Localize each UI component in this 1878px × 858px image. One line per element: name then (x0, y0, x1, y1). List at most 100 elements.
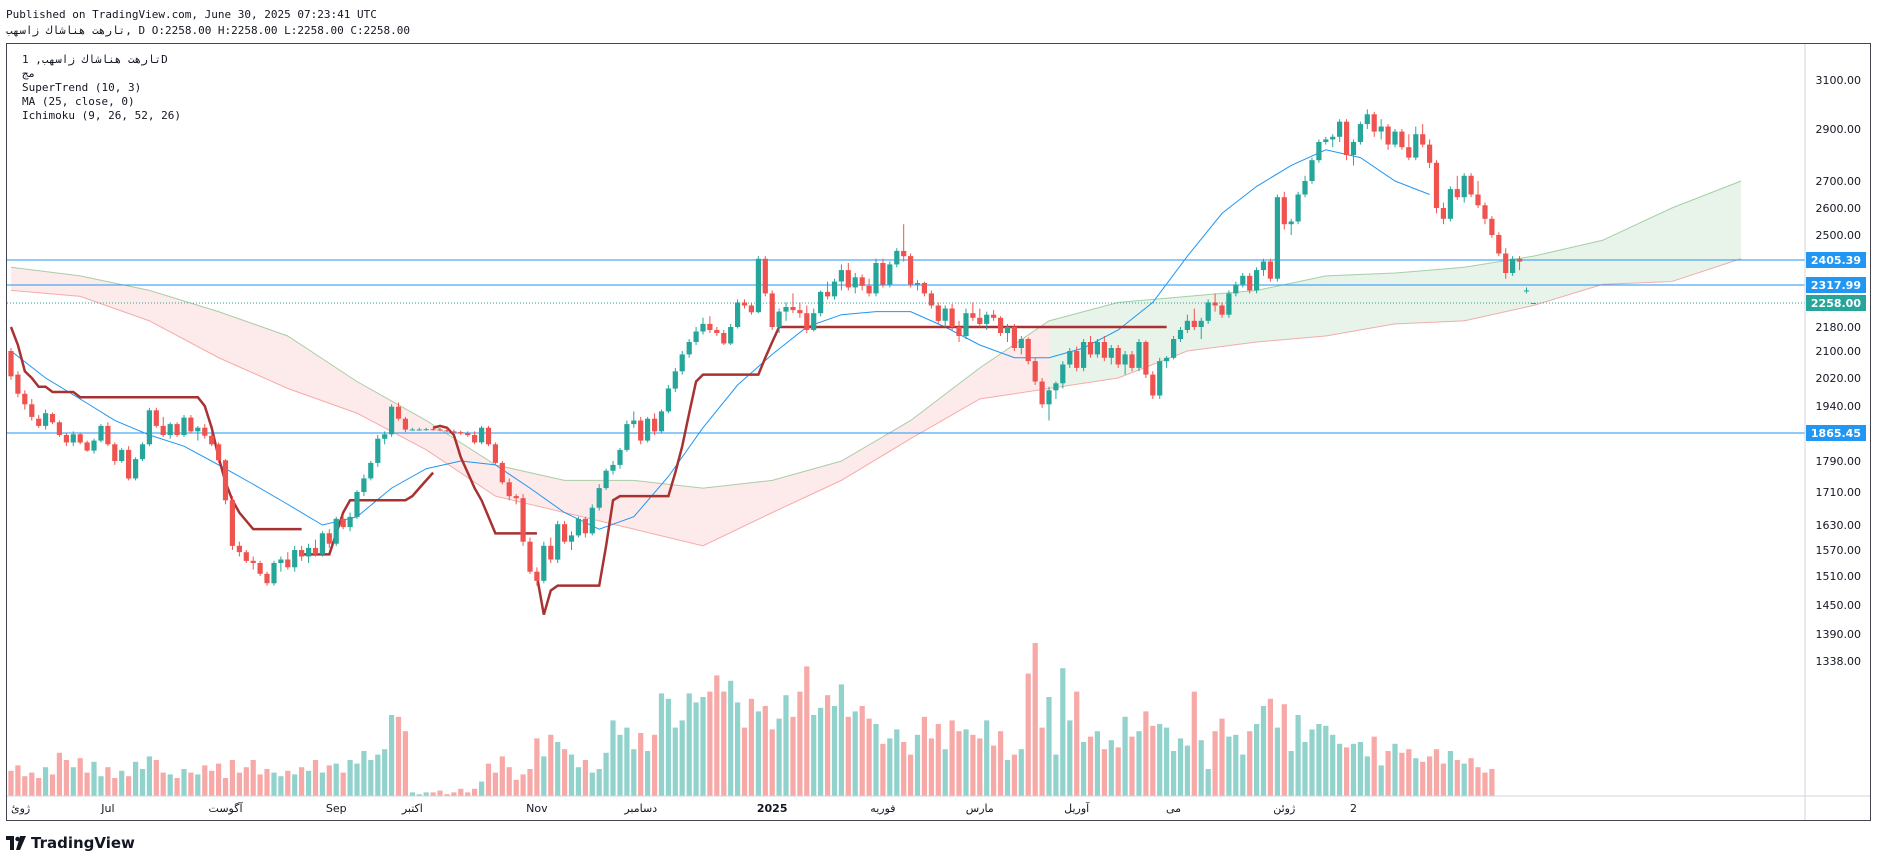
candle-body (1240, 275, 1246, 285)
candle-body (790, 307, 796, 311)
volume-bar (1025, 673, 1031, 796)
price-axis-label: 2700.00 (1816, 175, 1862, 188)
volume-bar (361, 751, 367, 796)
candle-body (1060, 364, 1066, 384)
candle-body (1392, 131, 1398, 145)
volume-bar (1226, 736, 1232, 796)
volume-bar (638, 733, 644, 796)
volume-bar (949, 720, 955, 796)
volume-bar (229, 760, 235, 796)
volume-bar (1309, 729, 1315, 796)
volume-bar (1447, 751, 1453, 796)
volume-bar (1032, 643, 1038, 796)
candle-body (250, 560, 256, 563)
volume-bar (167, 774, 173, 796)
candle-body (492, 444, 498, 463)
candle-body (1004, 327, 1011, 333)
candle-body (714, 330, 720, 333)
candle-body (361, 478, 367, 492)
candle-body (174, 424, 180, 435)
volume-bar (333, 763, 339, 796)
candle-body (1323, 139, 1329, 142)
time-axis[interactable]: ژوئ Jul آگوست Sep اکتبر Nov دسامبر 2025 فوریه مار… (11, 801, 1357, 815)
volume-bar (319, 772, 325, 796)
volume-bar (181, 769, 187, 796)
candle-body (133, 459, 139, 479)
candle-body (1440, 208, 1446, 219)
price-axis-label: 2405.39 (1811, 254, 1861, 267)
volume-bar (1060, 668, 1066, 796)
volume-bar (700, 697, 706, 796)
candle-body (1496, 235, 1502, 254)
volume-bar (1489, 769, 1495, 796)
candle-body (98, 425, 104, 441)
candle-body (603, 470, 609, 489)
volume-bar (1302, 742, 1308, 796)
candle-body (1260, 261, 1267, 271)
candle-body (741, 302, 748, 306)
volume-bar (1468, 758, 1474, 796)
volume-bar (610, 720, 616, 796)
time-axis-label: دسامبر (623, 802, 657, 815)
price-axis-label: 1940.00 (1816, 400, 1862, 413)
volume-bar (603, 752, 609, 796)
cloud-segment (1533, 240, 1603, 306)
legend-supertrend[interactable]: SuperTrend (10, 3) (22, 81, 141, 94)
legend-ma[interactable]: MA (25, close, 0) (22, 95, 135, 108)
volume-bar (1219, 718, 1225, 796)
candle-body (181, 417, 187, 435)
volume-bar (658, 693, 665, 796)
volume-bar (555, 742, 561, 796)
volume-bar (368, 760, 374, 796)
volume-bar (942, 749, 948, 796)
tradingview-brand[interactable]: TradingView (6, 834, 135, 852)
candle-body (1482, 205, 1488, 219)
volume-bar (1122, 716, 1128, 796)
candle-body (880, 263, 886, 285)
price-axis[interactable]: 1338.00 1390.00 1450.00 1510.00 1570.00 1630.… (1806, 44, 1866, 668)
volume-bar (790, 716, 796, 796)
candle-body (748, 305, 754, 313)
candle-body (555, 524, 561, 560)
volume-bar (126, 776, 132, 796)
candle-body (1108, 348, 1114, 358)
volume-bar (312, 760, 319, 796)
volume-bar (998, 731, 1004, 796)
volume-bar (1337, 743, 1343, 796)
volume-bar (63, 760, 69, 796)
price-axis-label: 2020.00 (1816, 372, 1862, 385)
volume-bar (686, 693, 692, 796)
volume-bar (29, 772, 35, 796)
volume-bar (1378, 765, 1384, 796)
candle-body (1302, 181, 1308, 195)
candle-body (347, 516, 353, 528)
volume-bar (534, 738, 540, 796)
time-axis-label: آوریل (1064, 801, 1090, 815)
candle-body (949, 308, 955, 327)
price-chart[interactable]: 1338.00 1390.00 1450.00 1510.00 1570.00 1630.… (7, 44, 1870, 820)
volume-bar (1475, 767, 1481, 796)
volume-bar (1212, 731, 1218, 796)
volume-bar (838, 684, 844, 796)
chart-frame[interactable]: 1338.00 1390.00 1450.00 1510.00 1570.00 1630.… (6, 43, 1871, 821)
candle-body (1115, 348, 1121, 365)
volume-bar (437, 790, 443, 796)
volume-bar (527, 769, 533, 796)
candle-body (1157, 361, 1163, 396)
candle-body (873, 263, 879, 294)
volume-bar (977, 738, 983, 796)
volume-bar (1074, 691, 1080, 796)
volume-bar (112, 778, 118, 796)
price-axis-label: 1570.00 (1816, 544, 1862, 557)
volume-bar (395, 716, 402, 796)
candle-body (506, 482, 512, 497)
candle-body (984, 314, 990, 324)
volume-bar (991, 745, 997, 796)
candle-body (1510, 258, 1516, 273)
legend-exchange: مج (22, 67, 36, 80)
volume-bar (1371, 736, 1377, 796)
candle-body (575, 518, 581, 536)
legend-ichimoku[interactable]: Ichimoku (9, 26, 52, 26) (22, 109, 181, 122)
legend-symbol[interactable]: تارهت هناشاك زاسهب, 1D (22, 53, 168, 66)
candle-body (645, 418, 651, 441)
